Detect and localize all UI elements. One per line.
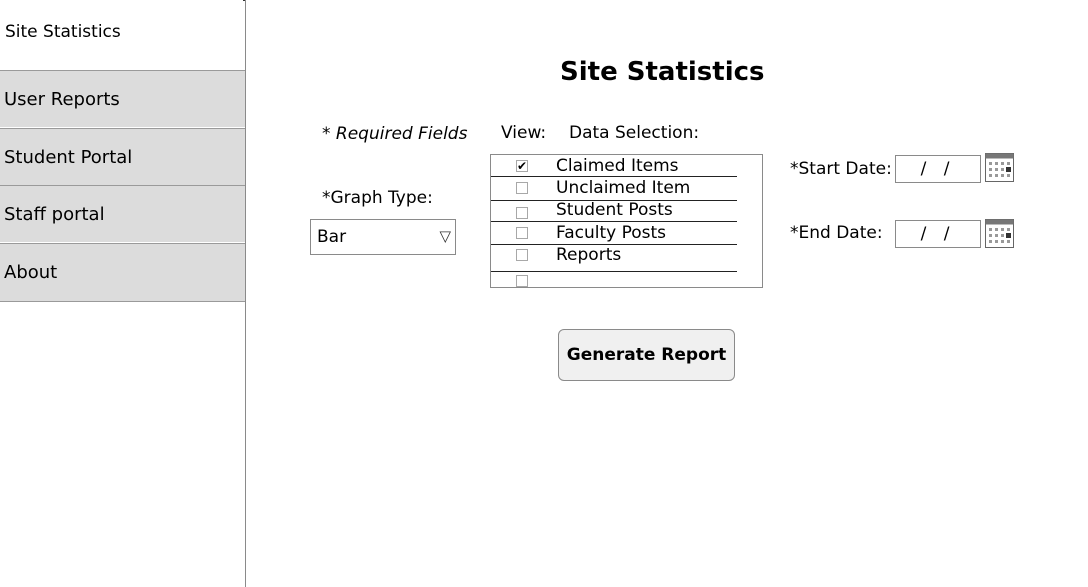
- row-divider: [491, 221, 737, 222]
- checkmark-icon: ✔: [517, 159, 528, 173]
- checkbox[interactable]: [516, 207, 528, 219]
- list-item-unclaimed-item[interactable]: Unclaimed Item: [491, 178, 737, 200]
- sidebar-divider: [245, 0, 246, 587]
- checkbox[interactable]: [516, 227, 528, 239]
- nav-item-label: About: [4, 262, 58, 283]
- data-selection-list[interactable]: ✔ Claimed Items Unclaimed Item Student P…: [490, 154, 763, 288]
- nav-item-label: User Reports: [4, 88, 120, 110]
- checkbox[interactable]: [516, 249, 528, 261]
- list-item-label: Unclaimed Item: [556, 178, 691, 198]
- checkbox[interactable]: [516, 182, 528, 194]
- end-date-input[interactable]: / /: [895, 220, 981, 248]
- page-title: Site Statistics: [560, 57, 765, 87]
- nav-item-label: Student Portal: [4, 146, 133, 168]
- checkbox[interactable]: [516, 275, 528, 287]
- generate-report-label: Generate Report: [566, 345, 727, 365]
- list-item-label: Faculty Posts: [556, 223, 667, 243]
- sidebar-title: Site Statistics: [5, 22, 121, 42]
- calendar-icon[interactable]: [985, 153, 1014, 182]
- start-date-label: *Start Date:: [790, 159, 892, 179]
- calendar-icon[interactable]: [985, 219, 1014, 248]
- list-item-reports[interactable]: Reports: [491, 245, 737, 267]
- data-selection-label: Data Selection:: [569, 123, 700, 143]
- list-item-faculty-posts[interactable]: Faculty Posts: [491, 223, 737, 245]
- required-fields-note: * Required Fields: [322, 124, 468, 144]
- nav-bottom-border: [0, 301, 245, 302]
- list-item-student-posts[interactable]: Student Posts: [491, 200, 737, 222]
- nav-item-staff-portal[interactable]: Staff portal: [0, 185, 245, 242]
- list-item-claimed-items[interactable]: ✔ Claimed Items: [491, 156, 737, 178]
- nav-item-label: Staff portal: [4, 203, 105, 225]
- end-date-label: *End Date:: [790, 223, 883, 243]
- nav-item-user-reports[interactable]: User Reports: [0, 70, 245, 127]
- view-label: View:: [501, 123, 547, 143]
- list-item-empty[interactable]: [491, 272, 737, 287]
- chevron-down-icon: ▽: [439, 227, 451, 245]
- list-item-label: Student Posts: [556, 200, 673, 220]
- row-divider: [491, 176, 737, 177]
- checkbox[interactable]: ✔: [516, 160, 528, 172]
- start-date-input[interactable]: / /: [895, 155, 981, 183]
- nav-item-student-portal[interactable]: Student Portal: [0, 128, 245, 185]
- list-item-label: Reports: [556, 245, 622, 265]
- nav-item-about[interactable]: About: [0, 243, 245, 301]
- list-item-label: Claimed Items: [556, 156, 679, 176]
- generate-report-button[interactable]: Generate Report: [558, 329, 735, 381]
- graph-type-label: *Graph Type:: [322, 188, 433, 208]
- graph-type-select[interactable]: Bar ▽: [310, 219, 456, 255]
- graph-type-value: Bar: [317, 227, 347, 247]
